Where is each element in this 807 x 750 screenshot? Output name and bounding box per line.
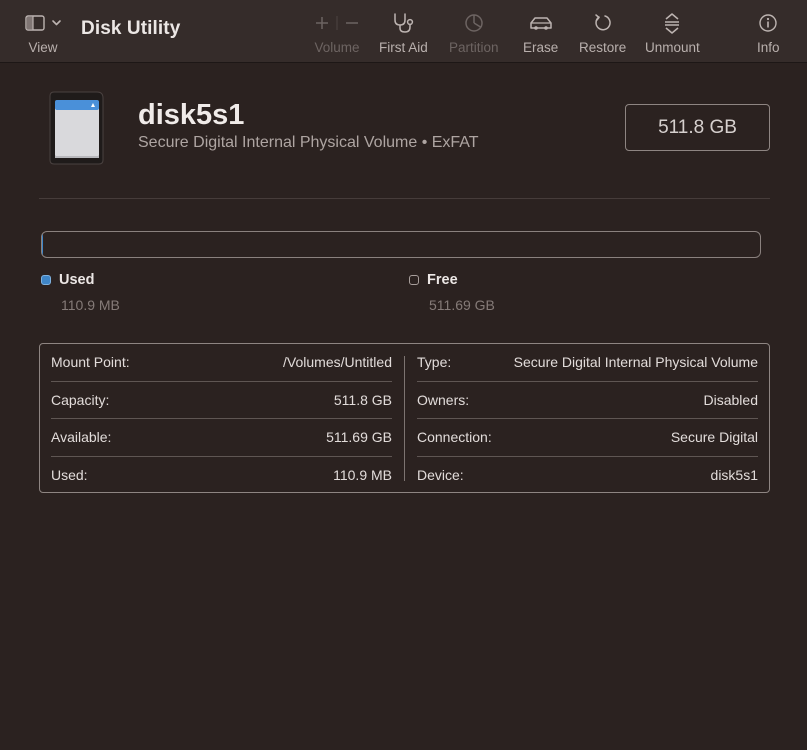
info-key: Connection: [417, 429, 492, 446]
info-value: Secure Digital [670, 429, 758, 446]
info-value: disk5s1 [710, 467, 758, 484]
unmount-button[interactable]: Unmount [645, 11, 700, 55]
restore-arrow-icon [592, 11, 614, 35]
restore-label: Restore [579, 40, 627, 55]
disk-name: disk5s1 [138, 99, 245, 131]
sd-card-icon [47, 90, 107, 173]
info-value: 511.8 GB [333, 391, 392, 408]
info-key: Capacity: [51, 391, 110, 408]
info-row-device: Device: disk5s1 [417, 457, 758, 495]
view-button[interactable]: View [24, 11, 64, 55]
first-aid-button[interactable]: First Aid [379, 11, 428, 55]
info-key: Type: [417, 354, 452, 371]
volume-label: Volume [314, 40, 360, 55]
info-label: Info [757, 40, 780, 55]
legend-free: Free 511.69 GB [409, 272, 495, 313]
free-value: 511.69 GB [429, 297, 495, 313]
info-column-right: Type: Secure Digital Internal Physical V… [417, 344, 758, 494]
legend-used: Used 110.9 MB [41, 272, 120, 313]
erase-label: Erase [523, 40, 559, 55]
info-key: Used: [51, 467, 88, 484]
first-aid-label: First Aid [379, 40, 428, 55]
partition-label: Partition [449, 40, 499, 55]
free-swatch [409, 275, 419, 285]
info-key: Available: [51, 429, 112, 446]
info-row-capacity: Capacity: 511.8 GB [51, 382, 392, 419]
usage-bar [41, 231, 761, 258]
view-label: View [28, 40, 58, 55]
capacity-badge: 511.8 GB [625, 104, 770, 151]
column-separator [404, 356, 405, 481]
used-label: Used [59, 272, 95, 288]
info-value: Disabled [703, 391, 758, 408]
info-key: Mount Point: [51, 354, 130, 371]
info-button[interactable]: Info [757, 11, 780, 55]
eraser-car-icon [528, 11, 554, 35]
pie-partition-icon [463, 11, 485, 35]
unmount-eject-icon [661, 11, 683, 35]
stethoscope-icon [390, 11, 416, 35]
erase-button[interactable]: Erase [523, 11, 558, 55]
info-table: Mount Point: /Volumes/Untitled Capacity:… [39, 343, 770, 493]
info-icon [757, 11, 779, 35]
sidebar-toggle-icon [24, 11, 64, 35]
info-row-owners: Owners: Disabled [417, 382, 758, 419]
volume-button[interactable]: Volume [312, 11, 362, 55]
unmount-label: Unmount [645, 40, 700, 55]
info-value: Secure Digital Internal Physical Volume [513, 354, 758, 371]
add-remove-volume-icon [312, 11, 362, 35]
divider [39, 198, 770, 199]
disk-subtitle: Secure Digital Internal Physical Volume … [138, 134, 479, 151]
used-value: 110.9 MB [61, 297, 120, 313]
info-key: Device: [417, 467, 464, 484]
info-row-type: Type: Secure Digital Internal Physical V… [417, 344, 758, 382]
info-row-connection: Connection: Secure Digital [417, 419, 758, 457]
free-label: Free [427, 272, 458, 288]
info-key: Owners: [417, 391, 470, 408]
info-row-available: Available: 511.69 GB [51, 419, 392, 457]
info-row-used: Used: 110.9 MB [51, 457, 392, 495]
info-column-left: Mount Point: /Volumes/Untitled Capacity:… [51, 344, 392, 494]
info-row-mount-point: Mount Point: /Volumes/Untitled [51, 344, 392, 382]
restore-button[interactable]: Restore [579, 11, 626, 55]
toolbar: View Disk Utility Volume First Aid Parti… [0, 0, 807, 63]
partition-button[interactable]: Partition [449, 11, 499, 55]
used-swatch [41, 275, 51, 285]
info-value: /Volumes/Untitled [283, 354, 392, 371]
info-value: 511.69 GB [326, 429, 392, 446]
info-value: 110.9 MB [333, 467, 392, 484]
app-title: Disk Utility [81, 18, 181, 39]
